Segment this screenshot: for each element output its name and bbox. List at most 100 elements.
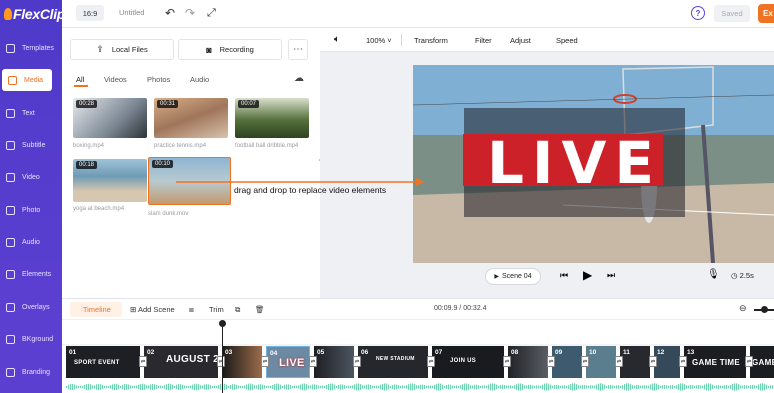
delete-icon[interactable]: 🗑︎ [255, 305, 265, 314]
tab-videos[interactable]: Videos [104, 75, 127, 84]
trim-button[interactable]: Trim [209, 305, 224, 314]
sidebar-item-photo[interactable]: Photo [0, 199, 62, 221]
transition-icon[interactable]: ⇄ [309, 356, 317, 367]
local-files-button[interactable]: ⇪ Local Files [70, 39, 174, 60]
transition-icon[interactable]: ⇄ [679, 356, 687, 367]
sidebar-item-branding[interactable]: Branding [0, 361, 62, 383]
adjust-button[interactable]: Adjust [510, 36, 531, 45]
waveform-bar [134, 385, 136, 389]
transition-icon[interactable]: ⇄ [745, 356, 753, 367]
cloud-icon[interactable]: ☁ [294, 73, 304, 84]
scene-duration[interactable]: ◷ 2.5s [731, 271, 754, 280]
transform-button[interactable]: Transform [414, 36, 448, 45]
export-button[interactable]: Ex [758, 4, 774, 23]
volume-icon[interactable]: 🔈︎ [334, 34, 340, 45]
clip-03[interactable]: 03 [222, 346, 262, 378]
next-icon[interactable]: ⏭ [607, 270, 615, 281]
previous-icon[interactable]: ⏮ [560, 270, 568, 281]
transition-icon[interactable]: ⇄ [503, 356, 511, 367]
waveform-bar [598, 383, 600, 391]
media-thumbnail[interactable]: 00:07 [235, 98, 309, 138]
zoom-out-icon[interactable]: ⊖ [739, 303, 747, 314]
sidebar-item-audio[interactable]: Audio [0, 231, 62, 253]
media-thumbnail[interactable]: 00:28 [73, 98, 147, 138]
waveform-bar [600, 383, 602, 391]
media-icon [8, 75, 17, 85]
media-thumbnail[interactable]: 00:31 [154, 98, 228, 138]
waveform-bar [332, 383, 334, 391]
waveform-bar [102, 384, 104, 390]
clip-09[interactable]: 09 [552, 346, 582, 378]
microphone-icon[interactable]: 🎙︎ [707, 269, 720, 280]
live-text[interactable]: LIVE [464, 108, 685, 217]
waveform-bar [70, 383, 72, 391]
project-title[interactable]: Untitled [119, 8, 144, 17]
waveform-bar [236, 384, 238, 390]
transition-icon[interactable]: ⇄ [217, 356, 225, 367]
transition-icon[interactable]: ⇄ [139, 356, 147, 367]
video-canvas[interactable]: LIVE [413, 65, 774, 263]
transition-icon[interactable]: ⇄ [649, 356, 657, 367]
aspect-ratio-button[interactable]: 16:9 [76, 5, 104, 21]
transition-icon[interactable]: ⇄ [615, 356, 623, 367]
tab-photos[interactable]: Photos [147, 75, 170, 84]
tab-audio[interactable]: Audio [190, 75, 209, 84]
timeline-toggle[interactable]: ⫶ Timeline [70, 302, 122, 317]
undo-icon[interactable]: ↶ [165, 6, 175, 20]
clip-12[interactable]: 12 [654, 346, 680, 378]
speed-button[interactable]: Speed [556, 36, 578, 45]
scene-button[interactable]: ▶ Scene 04 [485, 268, 541, 285]
fullscreen-icon[interactable]: ⤢ [207, 6, 216, 20]
clip-14[interactable]: GAME T [750, 346, 774, 378]
clip-05[interactable]: 05 [314, 346, 354, 378]
clip-number: 05 [317, 349, 325, 356]
waveform-bar [464, 383, 466, 391]
waveform-bar [696, 385, 698, 389]
transition-icon[interactable]: ⇄ [261, 356, 269, 367]
waveform-bar [418, 385, 420, 389]
play-icon[interactable]: ▶ [583, 268, 592, 282]
sidebar-item-overlays[interactable]: Overlays [0, 296, 62, 318]
filter-button[interactable]: Filter [475, 36, 492, 45]
sidebar-item-elements[interactable]: Elements [0, 263, 62, 285]
waveform-bar [444, 385, 446, 389]
waveform-bar [500, 385, 502, 389]
playhead[interactable] [222, 322, 223, 393]
clip-01[interactable]: 01 SPORT EVENT [66, 346, 140, 378]
tab-all[interactable]: All [76, 75, 84, 84]
recording-button[interactable]: ◙ Recording [178, 39, 282, 60]
sidebar-item-media[interactable]: Media [2, 69, 52, 91]
clip-08[interactable]: 08 [508, 346, 548, 378]
split-icon[interactable]: ⧈ [189, 305, 194, 315]
scene-label: Scene 04 [502, 273, 532, 280]
clip-11[interactable]: 11 [620, 346, 650, 378]
clip-04[interactable]: 04 LIVE [266, 346, 310, 378]
transition-icon[interactable]: ⇄ [547, 356, 555, 367]
help-icon[interactable]: ? [691, 6, 705, 20]
clip-13[interactable]: 13 GAME TIME [684, 346, 746, 378]
clip-07[interactable]: 07 JOIN US [432, 346, 504, 378]
sidebar-item-templates[interactable]: Templates [0, 37, 62, 59]
transition-icon[interactable]: ⇄ [353, 356, 361, 367]
zoom-select[interactable]: 100% ˅ [366, 36, 392, 45]
media-thumbnail[interactable]: 00:18 [73, 159, 147, 202]
add-scene-button[interactable]: ⊞ Add Scene [130, 305, 175, 314]
sidebar-item-text[interactable]: Text [0, 102, 62, 124]
playhead-handle[interactable] [219, 320, 226, 327]
duplicate-icon[interactable]: ⧉ [235, 305, 240, 315]
zoom-slider-handle[interactable] [761, 306, 768, 313]
redo-icon[interactable]: ↷ [185, 6, 195, 20]
sidebar-item-background[interactable]: BKground [0, 328, 62, 350]
transition-icon[interactable]: ⇄ [581, 356, 589, 367]
more-options-icon[interactable]: ⋯ [288, 39, 308, 60]
clip-10[interactable]: 10 [586, 346, 616, 378]
waveform-bar [288, 384, 290, 390]
sidebar-item-video[interactable]: Video [0, 166, 62, 188]
clip-02[interactable]: 02 AUGUST 20 [144, 346, 218, 378]
waveform-bar [300, 384, 302, 390]
waveform-bar [546, 383, 548, 391]
audio-waveform[interactable] [66, 382, 774, 392]
transition-icon[interactable]: ⇄ [427, 356, 435, 367]
sidebar-item-subtitle[interactable]: Subtitle [0, 134, 62, 156]
clip-06[interactable]: 06 NEW STADIUM [358, 346, 428, 378]
